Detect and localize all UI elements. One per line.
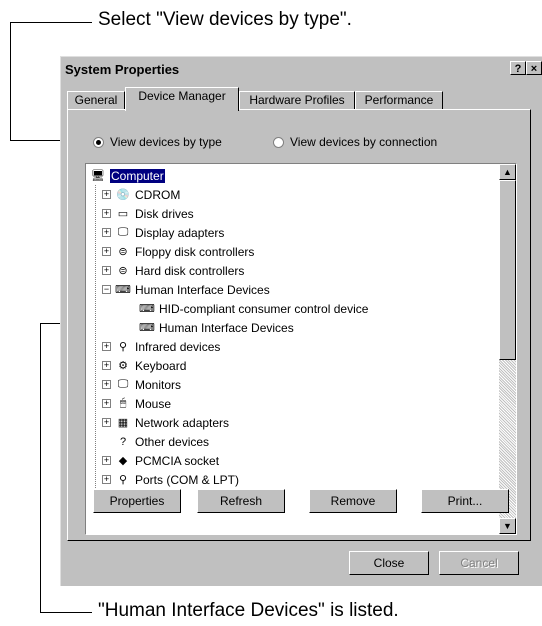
callout-line-top-v: [10, 22, 11, 141]
tree-item[interactable]: ? Other devices: [102, 432, 209, 451]
expand-icon[interactable]: +: [102, 342, 111, 351]
refresh-button[interactable]: Refresh: [197, 489, 285, 513]
port-icon: ⚲: [118, 474, 128, 486]
radio-dot-by-type[interactable]: [93, 136, 104, 148]
monitor-icon: 🖵: [117, 226, 129, 238]
tree-item[interactable]: + 💿 CDROM: [102, 185, 180, 204]
tree-item-label: Human Interface Devices: [159, 320, 294, 335]
close-icon[interactable]: ×: [526, 61, 542, 75]
tree-item[interactable]: ⌨ HID-compliant consumer control device: [126, 299, 368, 318]
expand-icon[interactable]: +: [102, 209, 111, 218]
remove-button[interactable]: Remove: [309, 489, 397, 513]
callout-line-top-h: [10, 22, 92, 23]
infrared-icon: ⚲: [118, 341, 128, 353]
tree-item-label: CDROM: [135, 187, 181, 202]
controller-icon: ⊜: [118, 246, 128, 258]
radio-view-by-connection[interactable]: View devices by connection: [273, 135, 437, 149]
radio-label-by-connection: View devices by connection: [290, 135, 438, 149]
tab-device-manager[interactable]: Device Manager: [125, 87, 239, 111]
controller-icon: ⊜: [118, 265, 128, 277]
tab-general[interactable]: General: [67, 91, 125, 110]
annotation-top: Select "View devices by type".: [98, 9, 352, 30]
expand-icon[interactable]: +: [102, 190, 111, 199]
scroll-up-button[interactable]: ▲: [499, 164, 516, 180]
keyboard-icon: ⚙: [118, 360, 128, 372]
expand-icon[interactable]: +: [102, 247, 111, 256]
device-tree-list: 🖥 Computer + 💿 CDROM + ▭ Disk drives + 🖵 Display a…: [86, 164, 499, 534]
scroll-down-button[interactable]: ▼: [499, 518, 516, 534]
tree-item-label: HID-compliant consumer control device: [159, 301, 369, 316]
expand-icon[interactable]: +: [102, 228, 111, 237]
tree-item[interactable]: + 🖵 Monitors: [102, 375, 181, 394]
tree-item-label: PCMCIA socket: [135, 453, 220, 468]
pcmcia-icon: ◆: [118, 455, 128, 467]
tree-item[interactable]: − ⌨ Human Interface Devices: [102, 280, 270, 299]
title-bar: System Properties ? ×: [63, 59, 542, 79]
cdrom-icon: 💿: [116, 189, 130, 201]
help-button[interactable]: ?: [510, 61, 526, 75]
expand-icon[interactable]: +: [102, 475, 111, 484]
tree-item-label: Floppy disk controllers: [135, 244, 255, 259]
collapse-icon[interactable]: −: [102, 285, 111, 294]
tree-scrollbar[interactable]: ▲ ▼: [499, 164, 516, 534]
disk-drive-icon: ▭: [117, 208, 129, 220]
expand-icon[interactable]: +: [102, 266, 111, 275]
tree-item[interactable]: 🖥 Computer: [90, 166, 165, 185]
tree-item-label: Hard disk controllers: [135, 263, 245, 278]
tree-item-label: Computer: [110, 168, 165, 183]
system-properties-dialog: System Properties ? × General Device Man…: [60, 56, 542, 586]
device-tree[interactable]: 🖥 Computer + 💿 CDROM + ▭ Disk drives + 🖵 Display a…: [85, 163, 517, 535]
tree-item-label: Human Interface Devices: [135, 282, 270, 297]
question-icon: ?: [119, 435, 127, 448]
hid-icon: ⌨: [139, 303, 155, 315]
mouse-icon: 🖱: [119, 397, 127, 409]
tree-item-label: Network adapters: [135, 415, 230, 430]
tree-item[interactable]: + ⚙ Keyboard: [102, 356, 186, 375]
tree-item-label: Mouse: [135, 396, 172, 411]
tree-item[interactable]: + ⚲ Infrared devices: [102, 337, 220, 356]
tree-item[interactable]: + 🖵 Display adapters: [102, 223, 224, 242]
tree-item[interactable]: + ▭ Disk drives: [102, 204, 194, 223]
tree-item-label: Keyboard: [135, 358, 187, 373]
print-button[interactable]: Print...: [421, 489, 509, 513]
expand-icon[interactable]: +: [102, 361, 111, 370]
tree-item[interactable]: + 🖱 Mouse: [102, 394, 171, 413]
tree-item-label: Other devices: [135, 434, 210, 449]
expand-icon[interactable]: +: [102, 418, 111, 427]
expand-icon[interactable]: +: [102, 380, 111, 389]
close-button[interactable]: Close: [349, 551, 429, 575]
annotation-bottom: "Human Interface Devices" is listed.: [98, 600, 399, 621]
tree-connector-line: [95, 185, 96, 508]
tree-item-label: Monitors: [135, 377, 182, 392]
tree-item[interactable]: + ◆ PCMCIA socket: [102, 451, 219, 470]
expand-icon[interactable]: +: [102, 456, 111, 465]
callout-line-bottom-h: [40, 612, 92, 613]
scroll-thumb[interactable]: [499, 180, 516, 360]
radio-label-by-type: View devices by type: [110, 135, 222, 149]
network-icon: ▦: [117, 417, 129, 429]
cancel-button[interactable]: Cancel: [439, 551, 519, 575]
tree-item[interactable]: + ⊜ Hard disk controllers: [102, 261, 244, 280]
properties-button[interactable]: Properties: [93, 489, 181, 513]
tree-item[interactable]: + ▦ Network adapters: [102, 413, 229, 432]
hid-icon: ⌨: [115, 284, 131, 296]
tab-performance[interactable]: Performance: [355, 91, 443, 110]
radio-dot-by-connection[interactable]: [273, 136, 284, 148]
tab-hardware-profiles[interactable]: Hardware Profiles: [239, 91, 355, 110]
expand-icon[interactable]: +: [102, 399, 111, 408]
hid-icon: ⌨: [139, 322, 155, 334]
computer-icon: 🖥: [91, 170, 105, 182]
tree-item[interactable]: + ⚲ Ports (COM & LPT): [102, 470, 239, 489]
tree-item-label: Disk drives: [135, 206, 194, 221]
tree-item[interactable]: ⌨ Human Interface Devices: [126, 318, 294, 337]
tree-item-label: Ports (COM & LPT): [135, 472, 240, 487]
tree-item[interactable]: + ⊜ Floppy disk controllers: [102, 242, 254, 261]
callout-line-bottom-v: [40, 323, 41, 613]
monitor-icon: 🖵: [117, 378, 129, 390]
dialog-title: System Properties: [65, 61, 180, 77]
tree-item-label: Infrared devices: [135, 339, 221, 354]
tree-item-label: Display adapters: [135, 225, 225, 240]
radio-view-by-type[interactable]: View devices by type: [93, 135, 222, 149]
